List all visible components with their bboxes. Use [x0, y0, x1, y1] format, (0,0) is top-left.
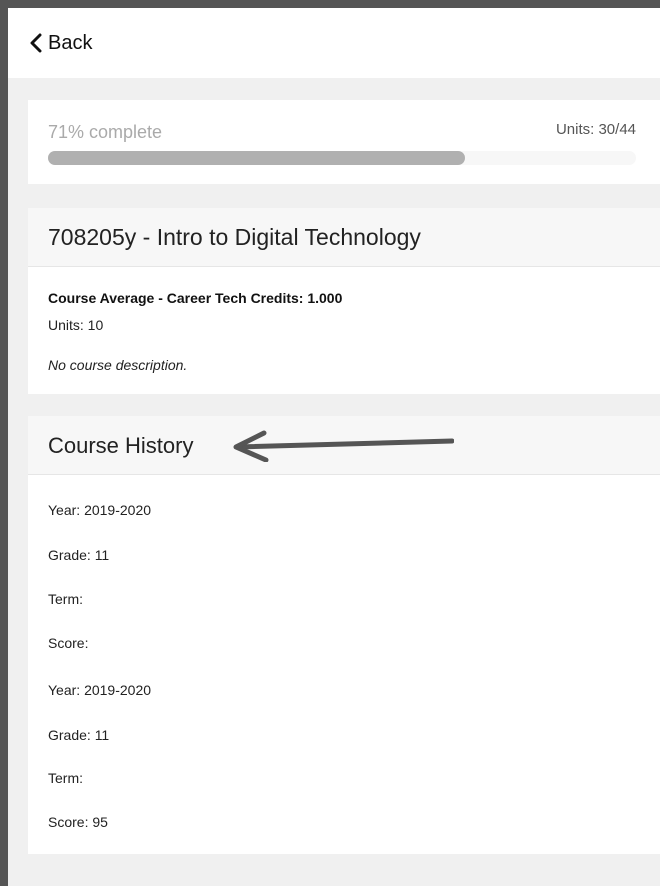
course-units: Units: 10: [48, 317, 104, 333]
history-term: Term:: [48, 770, 83, 786]
history-score: Score: 95: [48, 814, 108, 830]
history-term: Term:: [48, 591, 83, 607]
history-score: Score:: [48, 635, 89, 651]
progress-bar: [48, 151, 636, 165]
course-history-card: Course History Year: 2019-2020 Grade: 11…: [28, 416, 660, 854]
course-card-header: 708205y - Intro to Digital Technology: [28, 208, 660, 267]
progress-card: 71% complete Units: 30/44: [28, 100, 660, 184]
progress-bar-fill: [48, 151, 466, 165]
progress-percent-label: 71% complete: [48, 122, 163, 142]
units-count-label: Units: 30/44: [555, 121, 636, 138]
arrow-left-icon: [233, 430, 454, 462]
back-button[interactable]: Back: [28, 32, 92, 55]
history-grade: Grade: 11: [48, 547, 110, 563]
history-grade: Grade: 11: [48, 727, 110, 743]
top-bar: Back: [8, 8, 660, 78]
history-year: Year: 2019-2020: [48, 502, 152, 518]
chevron-left-icon: [30, 33, 42, 53]
course-history-header: Course History: [28, 416, 660, 475]
course-history-title: Course History: [48, 433, 194, 458]
frame-border-left: [0, 0, 8, 886]
history-year: Year: 2019-2020: [48, 682, 152, 698]
course-card: 708205y - Intro to Digital Technology Co…: [28, 208, 660, 394]
course-title: 708205y - Intro to Digital Technology: [48, 223, 421, 250]
course-average-credits: Course Average - Career Tech Credits: 1.…: [48, 290, 343, 306]
frame-border-top: [0, 0, 660, 8]
back-label: Back: [48, 31, 93, 54]
course-description: No course description.: [48, 357, 188, 373]
